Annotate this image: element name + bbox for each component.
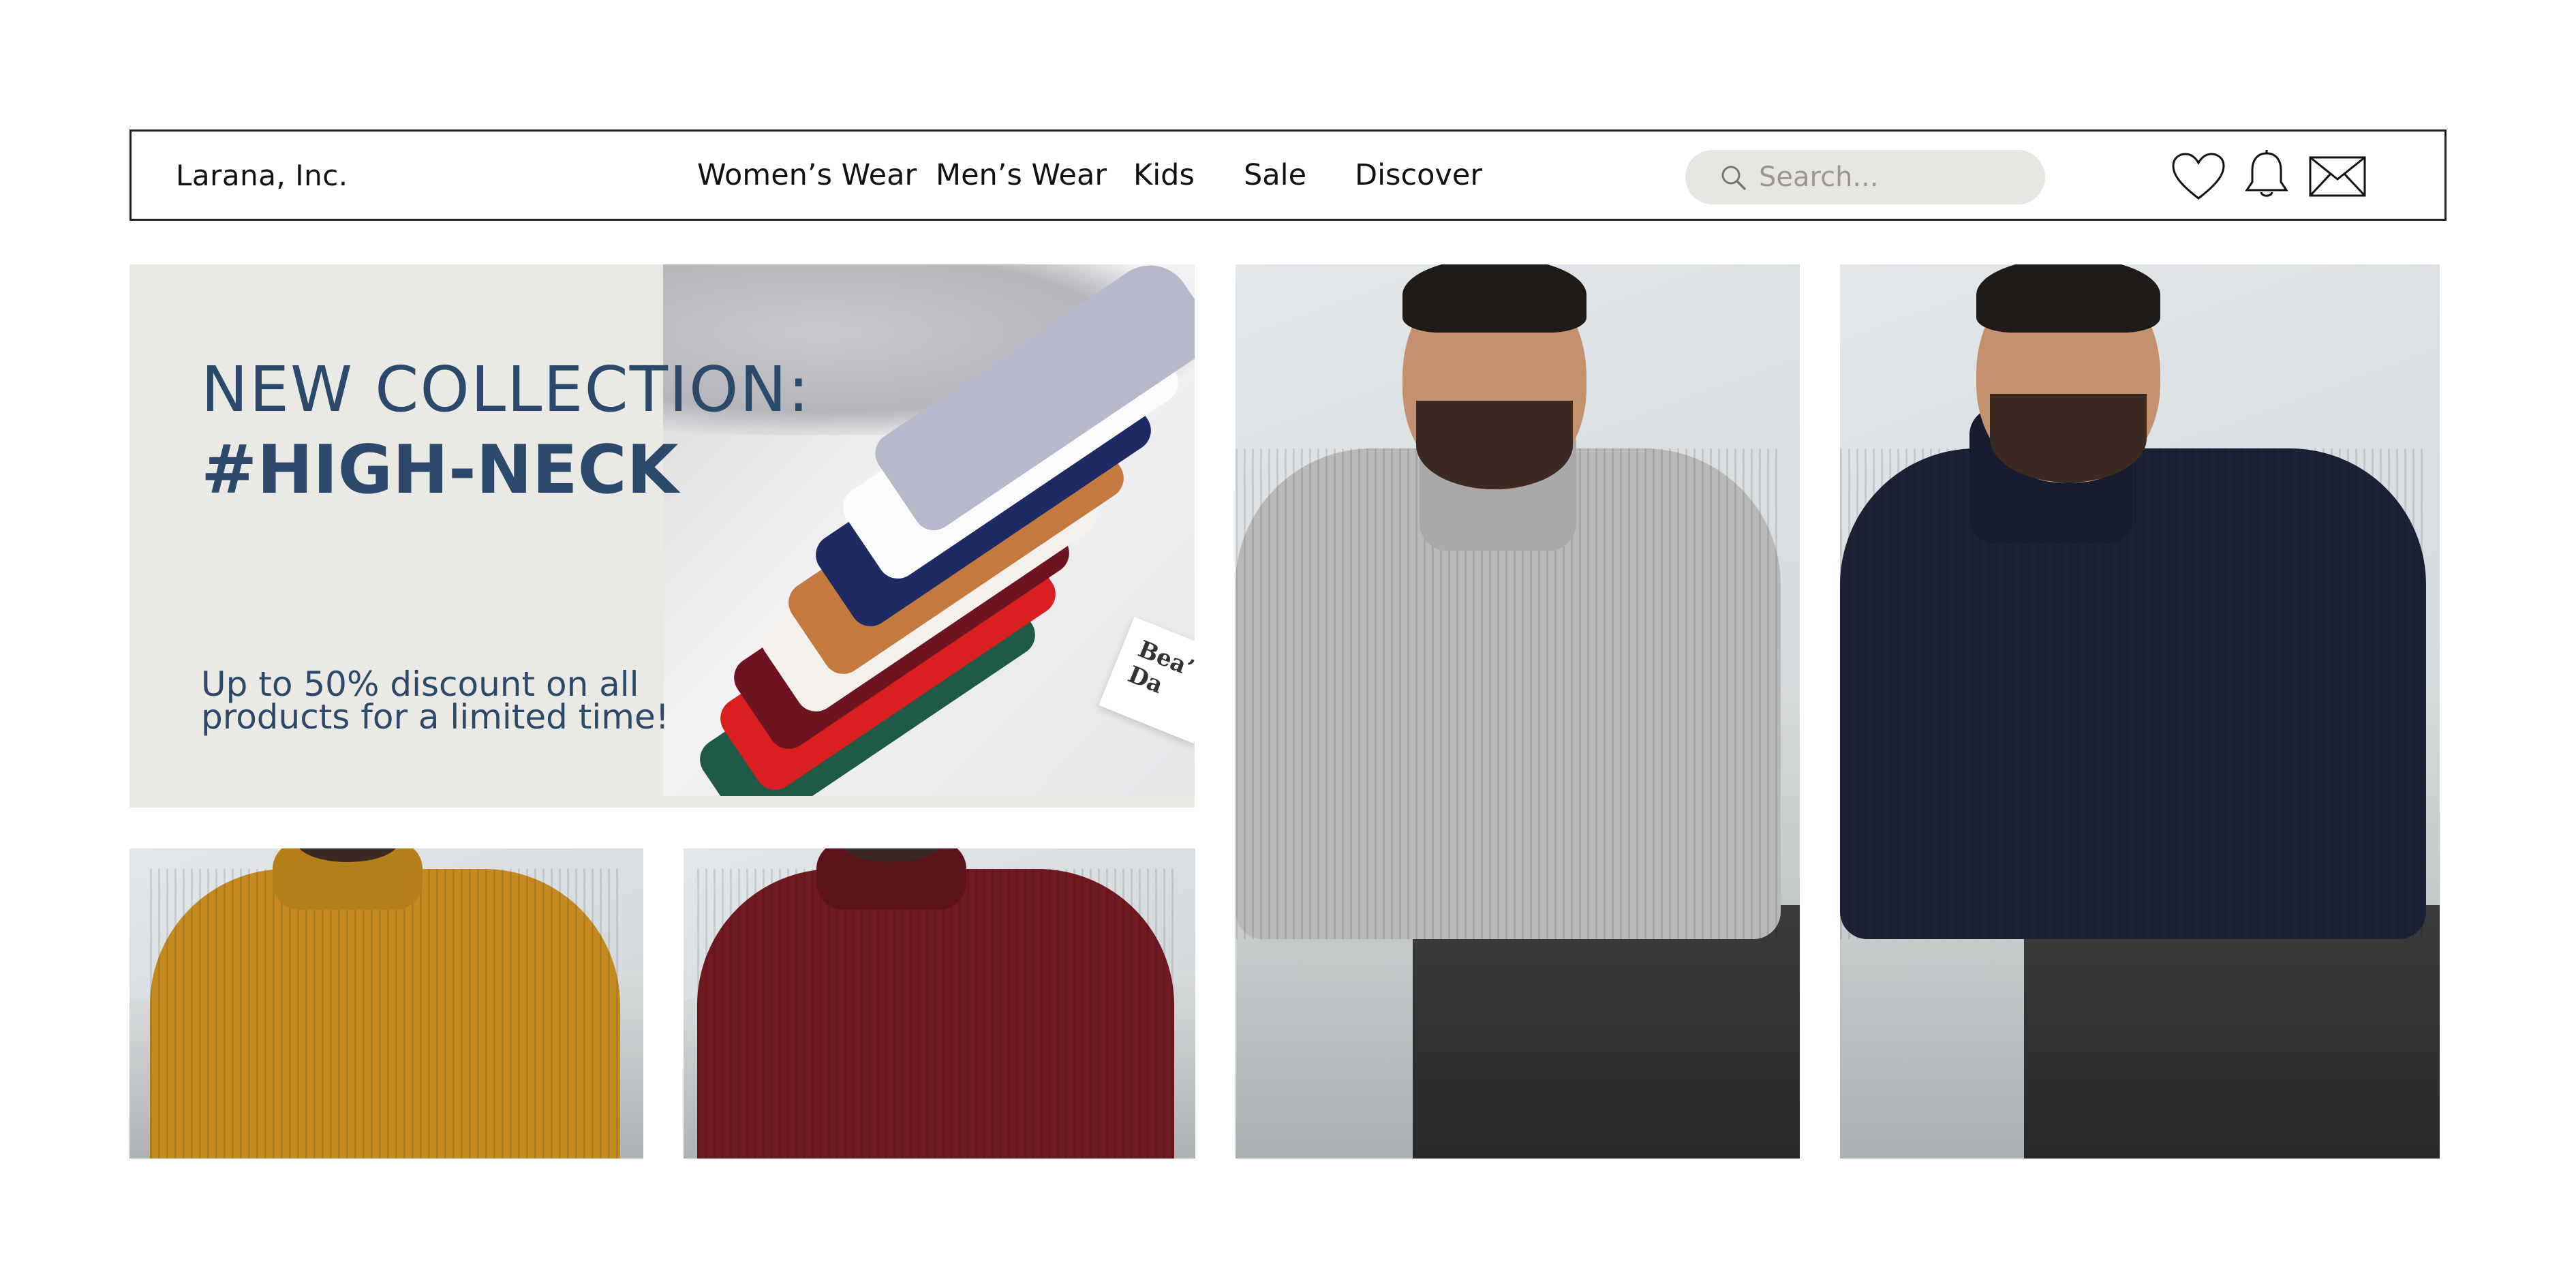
hero-title: NEW COLLECTION: xyxy=(201,353,811,426)
search-icon xyxy=(1721,166,1746,190)
product-card-grey-turtleneck[interactable] xyxy=(1236,264,1800,1159)
product-card-burgundy-turtleneck[interactable] xyxy=(684,848,1195,1159)
menu-item-womens-wear[interactable]: Women’s Wear xyxy=(697,132,917,219)
search-input[interactable] xyxy=(1758,161,2033,194)
bell-icon[interactable] xyxy=(2243,149,2290,201)
menu-item-discover[interactable]: Discover xyxy=(1355,132,1482,219)
menu-item-sale[interactable]: Sale xyxy=(1244,132,1306,219)
folded-sweaters-photo: Bea’ Da xyxy=(663,264,1195,796)
hero-banner[interactable]: Bea’ Da NEW COLLECTION: #HIGH-NECK Up to… xyxy=(129,264,1195,808)
heart-icon[interactable] xyxy=(2171,152,2226,201)
search-bar[interactable] xyxy=(1685,150,2045,204)
mail-icon[interactable] xyxy=(2309,156,2366,197)
product-tag: Bea’ Da xyxy=(1099,617,1195,743)
menu-item-mens-wear[interactable]: Men’s Wear xyxy=(936,132,1107,219)
menu-item-kids[interactable]: Kids xyxy=(1133,132,1195,219)
main-menu: Women’s Wear Men’s Wear Kids Sale Discov… xyxy=(132,132,2444,219)
hero-hashtag: #HIGH-NECK xyxy=(201,431,679,509)
product-card-navy-turtleneck[interactable] xyxy=(1840,264,2440,1159)
top-navigation-bar: Larana, Inc. Women’s Wear Men’s Wear Kid… xyxy=(129,129,2447,221)
hero-subtitle: Up to 50% discount on all products for a… xyxy=(201,664,669,737)
product-card-mustard-turtleneck[interactable] xyxy=(129,848,643,1159)
